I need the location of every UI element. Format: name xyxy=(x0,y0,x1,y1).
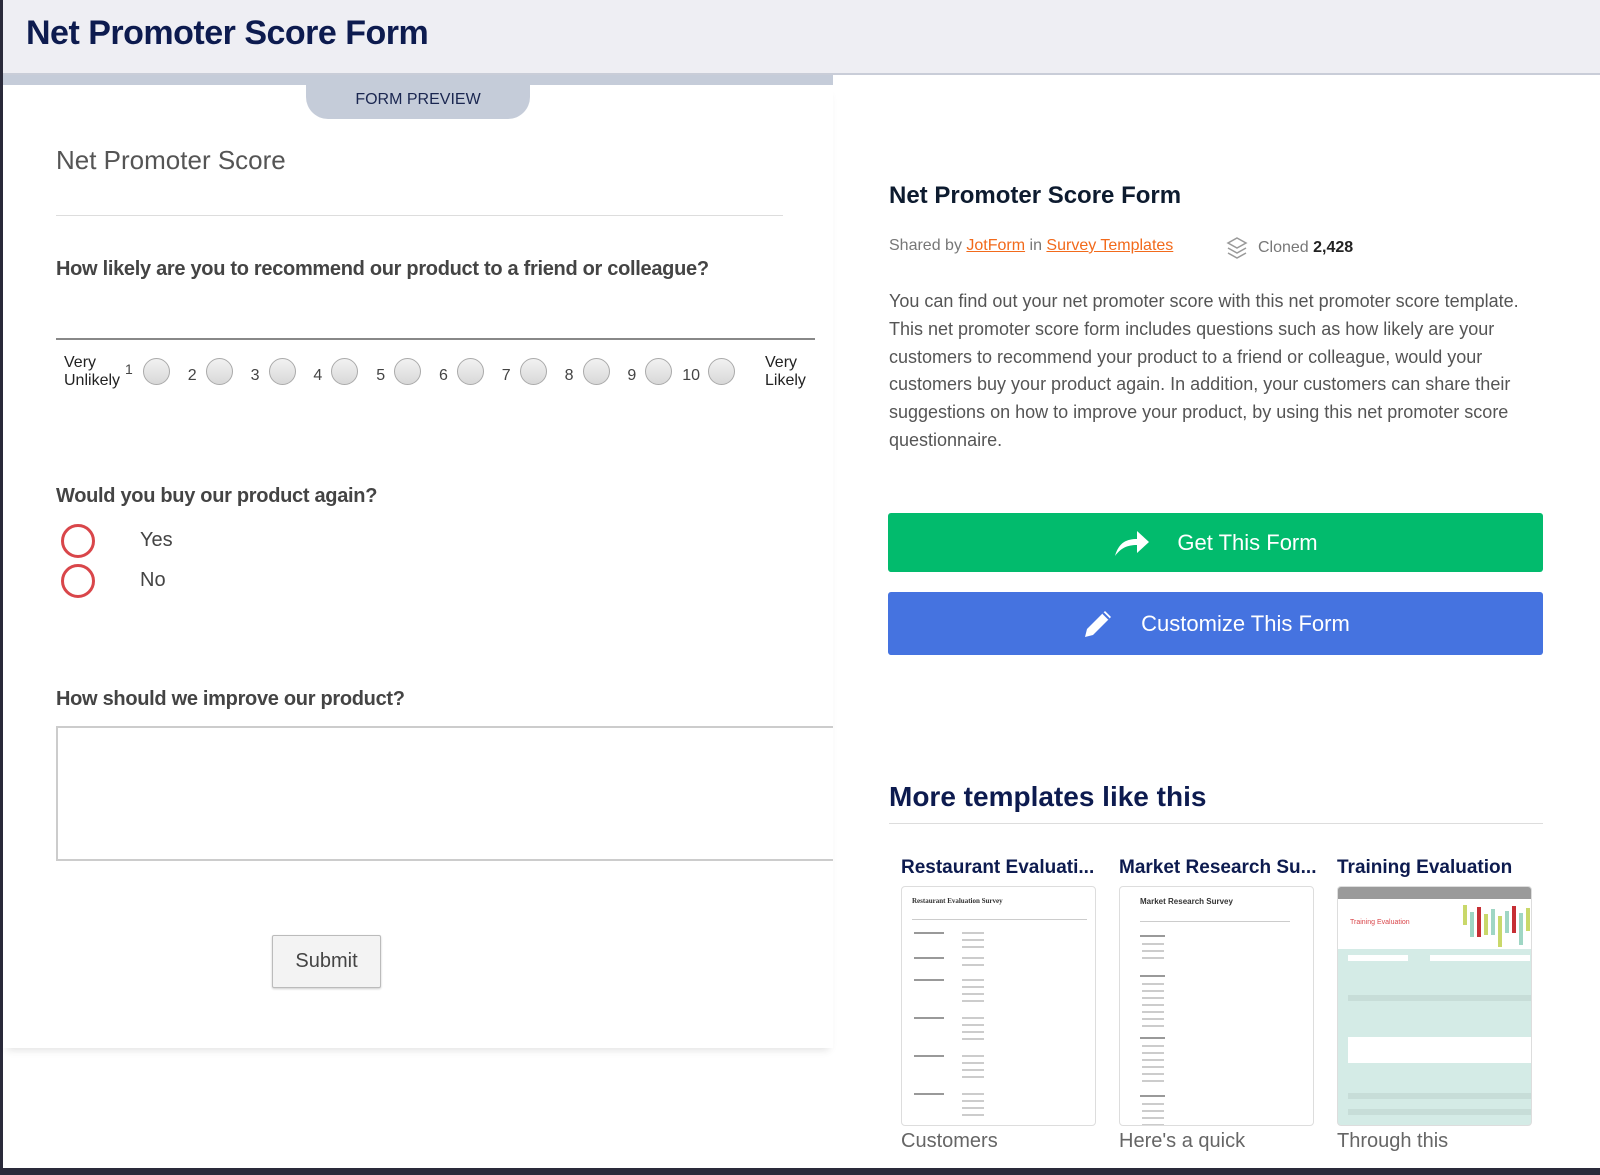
scale-number: 2 xyxy=(187,367,197,384)
scale-radio-2[interactable] xyxy=(205,358,233,385)
scale-number: 6 xyxy=(439,367,448,384)
pencil-icon xyxy=(1085,610,1112,637)
template-card-title[interactable]: Training Evaluation xyxy=(1337,857,1512,879)
layers-icon xyxy=(1226,237,1248,259)
scale-number: 8 xyxy=(564,367,574,384)
radio-no[interactable] xyxy=(61,564,95,598)
scale-number: 7 xyxy=(501,367,511,384)
question-improve: How should we improve our product? xyxy=(56,688,405,710)
question-recommend: How likely are you to recommend our prod… xyxy=(56,258,709,280)
thumb-title: Market Research Survey xyxy=(1140,897,1233,906)
more-templates-heading: More templates like this xyxy=(889,781,1207,812)
question-buy-again: Would you buy our product again? xyxy=(56,485,378,507)
option-yes-label: Yes xyxy=(140,529,173,551)
scale-radio-10[interactable] xyxy=(708,358,736,385)
improve-textarea[interactable] xyxy=(56,726,833,861)
divider xyxy=(56,338,815,340)
scale-number: 3 xyxy=(250,367,260,384)
cloned-count: Cloned 2,428 xyxy=(1226,236,1353,260)
template-description: You can find out your net promoter score… xyxy=(889,291,1519,450)
page-title: Net Promoter Score Form xyxy=(26,14,429,52)
template-thumbnail-restaurant[interactable]: Restaurant Evaluation Survey xyxy=(901,886,1096,1126)
divider xyxy=(889,823,1543,824)
template-card-title[interactable]: Market Research Su... xyxy=(1119,857,1316,879)
template-card-caption: Through this xyxy=(1337,1130,1449,1152)
scale-radio-6[interactable] xyxy=(457,358,484,385)
scale-low-label: Very Unlikely xyxy=(64,354,121,389)
submit-button[interactable]: Submit xyxy=(272,935,381,988)
customize-this-form-button[interactable]: Customize This Form xyxy=(888,592,1543,655)
scale-radio-5[interactable] xyxy=(394,358,422,385)
divider xyxy=(56,215,783,216)
scale-radio-8[interactable] xyxy=(582,358,610,385)
template-thumbnail-training[interactable]: Training Evaluation xyxy=(1337,886,1532,1126)
template-card-caption: Here's a quick xyxy=(1119,1130,1246,1152)
window-bottom-edge xyxy=(0,1168,1600,1175)
thumb-title: Restaurant Evaluation Survey xyxy=(912,897,1003,905)
share-arrow-icon xyxy=(1115,530,1150,556)
template-thumbnail-market[interactable]: Market Research Survey xyxy=(1119,886,1314,1126)
option-no-label: No xyxy=(140,569,166,591)
preview-band xyxy=(3,75,833,85)
template-card-title[interactable]: Restaurant Evaluati... xyxy=(901,857,1094,879)
scale-number: 5 xyxy=(376,367,386,384)
scale-number: 4 xyxy=(313,367,323,384)
thumb-title: Training Evaluation xyxy=(1350,919,1410,926)
scale-radio-3[interactable] xyxy=(268,358,296,385)
get-this-form-button[interactable]: Get This Form xyxy=(888,513,1543,572)
shared-by: Shared by JotForm in Survey Templates xyxy=(889,237,1174,254)
form-title: Net Promoter Score xyxy=(56,145,286,175)
tab-form-preview[interactable]: FORM PREVIEW xyxy=(306,85,530,119)
author-link[interactable]: JotForm xyxy=(966,237,1025,254)
template-card-caption: Customers xyxy=(901,1130,998,1152)
form-preview-panel xyxy=(3,85,833,1048)
scale-high-label: Very Likely xyxy=(765,354,806,389)
scale-number: 1 xyxy=(125,361,133,377)
scale-radio-1[interactable] xyxy=(143,358,170,385)
template-title: Net Promoter Score Form xyxy=(889,182,1182,209)
radio-yes[interactable] xyxy=(61,524,95,558)
scale-radio-7[interactable] xyxy=(519,358,547,385)
scale-number: 9 xyxy=(627,367,637,384)
scale-number: 10 xyxy=(682,367,700,384)
category-link[interactable]: Survey Templates xyxy=(1046,237,1173,254)
